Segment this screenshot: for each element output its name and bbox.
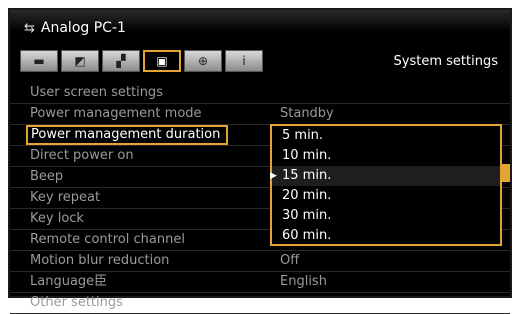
option-label: 60 min. — [282, 228, 332, 243]
setup-icon: ▞ — [116, 54, 126, 68]
tab-image-adjust[interactable]: ◩ — [61, 50, 99, 72]
tab-image-mode[interactable]: ▬ — [20, 50, 58, 72]
dropdown-option-current[interactable]: ▶ 15 min. — [270, 166, 500, 186]
dropdown-option[interactable]: 30 min. — [272, 206, 500, 226]
menu-item-user-screen-settings[interactable]: User screen settings — [10, 83, 510, 104]
dropdown-option[interactable]: 60 min. — [272, 226, 500, 246]
menu-item-label: Direct power on — [30, 148, 134, 163]
network-icon: ⊕ — [197, 54, 209, 68]
menu-item-motion-blur-reduction[interactable]: Motion blur reduction Off — [10, 251, 510, 272]
tab-info[interactable]: i — [225, 50, 263, 72]
option-label: 10 min. — [282, 148, 332, 163]
dropdown-option[interactable]: 20 min. — [272, 186, 500, 206]
duration-dropdown: 5 min. 10 min. ▶ 15 min. 20 min. 30 min. … — [270, 124, 502, 246]
menu-item-value: English — [280, 274, 327, 289]
menu-item-power-management-mode[interactable]: Power management mode Standby — [10, 104, 510, 125]
option-label: 15 min. — [282, 168, 332, 183]
menu-item-label: Language⾂ — [30, 274, 108, 289]
input-source-label: Analog PC-1 — [40, 20, 126, 36]
menu-item-language[interactable]: Language⾂ English — [10, 272, 510, 293]
menu-item-other-settings[interactable]: Other settings — [10, 293, 510, 314]
input-source-icon: ⇆ — [24, 20, 35, 36]
tab-setup[interactable]: ▞ — [102, 50, 140, 72]
image-adjust-icon: ◩ — [74, 54, 86, 68]
projector-osd-window: ⇆ Analog PC-1 ▬ ◩ ▞ ▣ ⊕ i System setting… — [8, 8, 512, 314]
info-icon: i — [242, 54, 246, 68]
menu-item-label: Power management mode — [30, 106, 202, 121]
tab-network[interactable]: ⊕ — [184, 50, 222, 72]
dropdown-option[interactable]: 5 min. — [272, 126, 500, 146]
menu-item-label: Beep — [30, 169, 64, 184]
menu-item-label: Other settings — [30, 295, 123, 310]
dropdown-option[interactable]: 10 min. — [272, 146, 500, 166]
system-icon: ▣ — [156, 54, 168, 68]
menu-item-label: Motion blur reduction — [30, 253, 170, 268]
menu-item-value: Off — [280, 253, 300, 268]
menu-item-value: Standby — [280, 106, 334, 121]
menu-header: ⇆ Analog PC-1 ▬ ◩ ▞ ▣ ⊕ i System setting… — [10, 10, 510, 82]
scroll-indicator — [502, 164, 510, 182]
menu-item-label: Key lock — [30, 211, 84, 226]
menu-item-label: User screen settings — [30, 85, 163, 100]
menu-item-label: Power management duration — [26, 125, 229, 145]
menu-tabs: ▬ ◩ ▞ ▣ ⊕ i — [20, 50, 263, 72]
menu-item-label: Key repeat — [30, 190, 101, 205]
image-mode-icon: ▬ — [33, 54, 45, 68]
input-source-indicator: ⇆ Analog PC-1 — [24, 20, 126, 36]
section-title: System settings — [393, 54, 498, 69]
tab-system[interactable]: ▣ — [143, 50, 181, 72]
option-label: 30 min. — [282, 208, 332, 223]
current-marker-icon: ▶ — [270, 171, 277, 181]
option-label: 5 min. — [282, 128, 324, 143]
menu-item-label: Remote control channel — [30, 232, 185, 247]
option-label: 20 min. — [282, 188, 332, 203]
